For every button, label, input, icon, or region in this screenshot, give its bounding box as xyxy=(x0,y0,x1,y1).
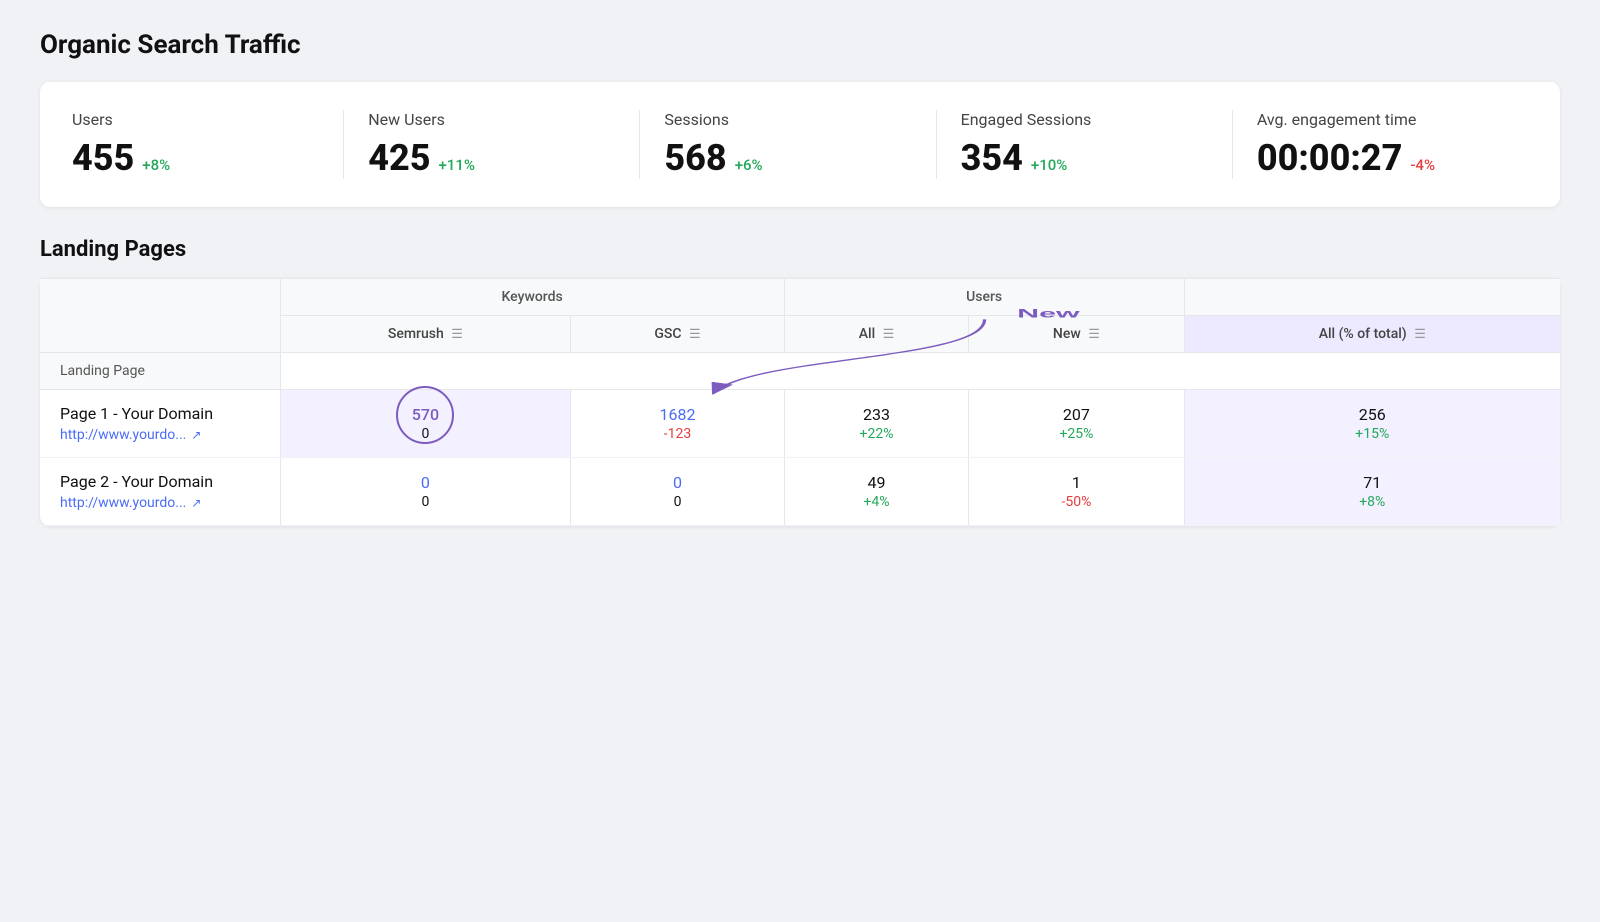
col-group-users: Users xyxy=(784,279,1184,316)
all-change-1: +22% xyxy=(860,426,894,442)
semrush-change-1: 0 xyxy=(421,426,429,442)
metric-engaged-sessions-value: 354 xyxy=(961,137,1023,179)
allpct-filter-icon[interactable]: ☰ xyxy=(1414,327,1426,342)
metric-users-label: Users xyxy=(72,110,319,129)
table-wrapper: Keywords Users Semrush ☰ GSC ☰ xyxy=(40,278,1560,526)
col-landing-page-label: Landing Page xyxy=(40,353,280,390)
allpct-value-2: 71 xyxy=(1363,473,1381,492)
gsc-value-1: 1682 xyxy=(660,405,696,424)
col-group-keywords: Keywords xyxy=(280,279,784,316)
metric-avg-engagement-change: -4% xyxy=(1410,156,1435,174)
metric-sessions-label: Sessions xyxy=(664,110,911,129)
metric-engaged-sessions-label: Engaged Sessions xyxy=(961,110,1208,129)
all-cell-1: 233 +22% xyxy=(784,390,969,458)
semrush-cell-1: 570 0 xyxy=(280,390,571,458)
col-group-allpct xyxy=(1184,279,1560,316)
all-filter-icon[interactable]: ☰ xyxy=(883,327,895,342)
external-link-icon[interactable]: ↗ xyxy=(191,428,201,442)
all-cell-2: 49 +4% xyxy=(784,458,969,526)
metric-users: Users 455 +8% xyxy=(72,110,344,179)
metric-engaged-sessions-change: +10% xyxy=(1031,156,1067,174)
new-change-1: +25% xyxy=(1059,426,1093,442)
page-url-1[interactable]: http://www.yourdo... ↗ xyxy=(60,427,260,443)
semrush-cell-2: 0 0 xyxy=(280,458,571,526)
metric-users-change: +8% xyxy=(142,156,170,174)
gsc-change-1: -123 xyxy=(664,426,691,442)
landing-pages-table-card: Keywords Users Semrush ☰ GSC ☰ xyxy=(40,278,1560,526)
metric-new-users-label: New Users xyxy=(368,110,615,129)
metric-users-value: 455 xyxy=(72,137,134,179)
metrics-card: Users 455 +8% New Users 425 +11% Session… xyxy=(40,82,1560,207)
gsc-cell-2: 0 0 xyxy=(571,458,784,526)
table-row: Page 1 - Your Domain http://www.yourdo..… xyxy=(40,390,1560,458)
landing-pages-table: Keywords Users Semrush ☰ GSC ☰ xyxy=(40,278,1560,526)
all-change-2: +4% xyxy=(863,494,889,510)
gsc-change-2: 0 xyxy=(674,494,682,510)
metric-avg-engagement-label: Avg. engagement time xyxy=(1257,110,1504,129)
col-sub-all: All ☰ xyxy=(784,316,969,353)
metric-engaged-sessions: Engaged Sessions 354 +10% xyxy=(937,110,1233,179)
allpct-cell-2: 71 +8% xyxy=(1184,458,1560,526)
metric-new-users-value: 425 xyxy=(368,137,430,179)
metric-sessions-value: 568 xyxy=(664,137,726,179)
allpct-value-1: 256 xyxy=(1359,405,1386,424)
gsc-cell-1: 1682 -123 xyxy=(571,390,784,458)
all-value-1: 233 xyxy=(863,405,890,424)
metric-avg-engagement: Avg. engagement time 00:00:27 -4% xyxy=(1233,110,1528,179)
col-sub-allpct: All (% of total) ☰ xyxy=(1184,316,1560,353)
new-value-1: 207 xyxy=(1063,405,1090,424)
allpct-cell-1: 256 +15% xyxy=(1184,390,1560,458)
external-link-icon-2[interactable]: ↗ xyxy=(191,496,201,510)
page-name-1: Page 1 - Your Domain xyxy=(60,404,260,423)
semrush-value-2: 0 xyxy=(421,473,430,492)
new-change-2: -50% xyxy=(1061,494,1091,510)
page-url-2[interactable]: http://www.yourdo... ↗ xyxy=(60,495,260,511)
page-cell-2: Page 2 - Your Domain http://www.yourdo..… xyxy=(40,458,280,526)
allpct-change-1: +15% xyxy=(1355,426,1389,442)
all-value-2: 49 xyxy=(868,473,886,492)
table-row: Page 2 - Your Domain http://www.yourdo..… xyxy=(40,458,1560,526)
semrush-filter-icon[interactable]: ☰ xyxy=(451,327,463,342)
new-value-2: 1 xyxy=(1072,473,1081,492)
metric-sessions: Sessions 568 +6% xyxy=(640,110,936,179)
page-name-2: Page 2 - Your Domain xyxy=(60,472,260,491)
new-cell-2: 1 -50% xyxy=(969,458,1184,526)
metric-sessions-change: +6% xyxy=(735,156,763,174)
col-sub-new: New ☰ xyxy=(969,316,1184,353)
gsc-value-2: 0 xyxy=(673,473,682,492)
metric-new-users: New Users 425 +11% xyxy=(344,110,640,179)
page-cell-1: Page 1 - Your Domain http://www.yourdo..… xyxy=(40,390,280,458)
semrush-change-2: 0 xyxy=(421,494,429,510)
semrush-value-1: 570 xyxy=(412,405,439,424)
new-cell-1: 207 +25% xyxy=(969,390,1184,458)
landing-pages-section: Landing Pages Keywords Users S xyxy=(40,237,1560,526)
metric-avg-engagement-value: 00:00:27 xyxy=(1257,137,1403,179)
col-sub-semrush: Semrush ☰ xyxy=(280,316,571,353)
page-title: Organic Search Traffic xyxy=(40,30,1560,60)
col-sub-gsc: GSC ☰ xyxy=(571,316,784,353)
gsc-filter-icon[interactable]: ☰ xyxy=(689,327,701,342)
allpct-change-2: +8% xyxy=(1359,494,1385,510)
landing-pages-title: Landing Pages xyxy=(40,237,1560,262)
new-filter-icon[interactable]: ☰ xyxy=(1088,327,1100,342)
metric-new-users-change: +11% xyxy=(438,156,474,174)
